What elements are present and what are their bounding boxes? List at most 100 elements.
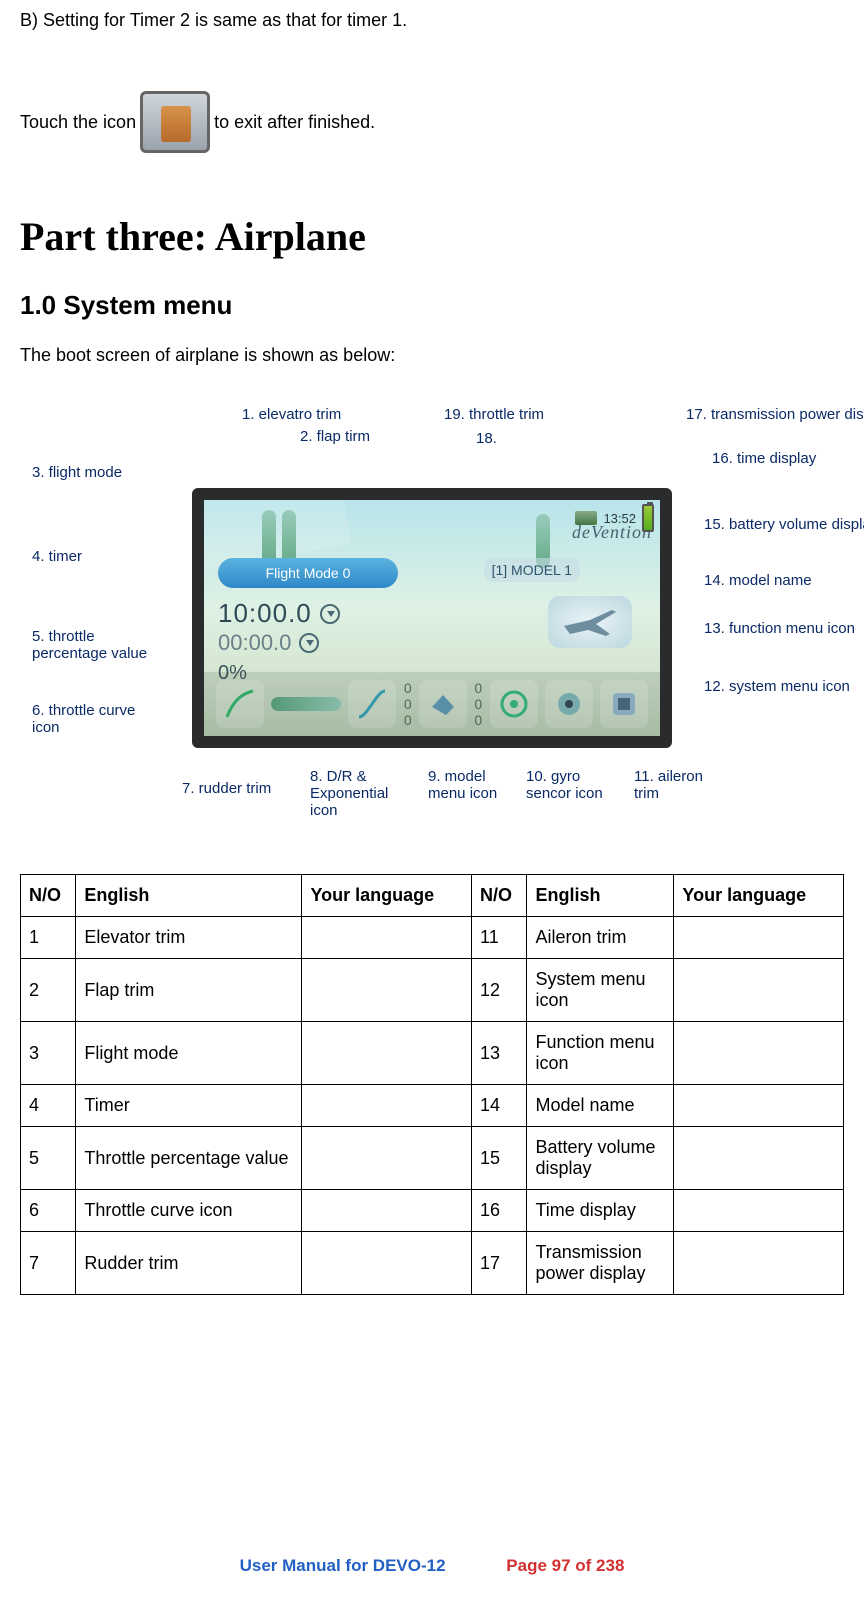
callout-10: 10. gyro sencor icon bbox=[526, 768, 616, 802]
airplane-icon bbox=[548, 596, 632, 648]
cell-no: 5 bbox=[21, 1127, 76, 1190]
callout-4: 4. timer bbox=[32, 548, 82, 565]
exit-icon bbox=[140, 91, 210, 153]
cell-yl bbox=[302, 1085, 472, 1127]
cell-yl bbox=[302, 1190, 472, 1232]
callout-17: 17. transmission power display bbox=[686, 406, 864, 423]
callout-9: 9. model menu icon bbox=[428, 768, 508, 802]
bottom-icon-bar: 000 000 bbox=[204, 672, 660, 736]
callout-11: 11. aileron trim bbox=[634, 768, 724, 802]
function-menu-icon bbox=[600, 680, 648, 728]
signal-icon bbox=[575, 511, 597, 525]
cell-en: Throttle curve icon bbox=[76, 1190, 302, 1232]
legend-table: N/O English Your language N/O English Yo… bbox=[20, 874, 844, 1295]
cell-no: 15 bbox=[472, 1127, 527, 1190]
elevator-trim-icon bbox=[262, 510, 276, 564]
rudder-trim-icon bbox=[271, 697, 341, 711]
trim-col-2: 000 bbox=[474, 680, 482, 728]
cell-no: 11 bbox=[472, 917, 527, 959]
dr-expo-icon bbox=[348, 680, 396, 728]
cell-no: 17 bbox=[472, 1232, 527, 1295]
cell-yl bbox=[674, 1085, 844, 1127]
cell-no: 7 bbox=[21, 1232, 76, 1295]
callout-12: 12. system menu icon bbox=[704, 678, 850, 695]
table-row: 1Elevator trim11Aileron trim bbox=[21, 917, 844, 959]
cell-en: Function menu icon bbox=[527, 1022, 674, 1085]
table-row: 6Throttle curve icon 16Time display bbox=[21, 1190, 844, 1232]
th-en-1: English bbox=[76, 875, 302, 917]
boot-screen-diagram: 1. elevatro trim 2. flap tirm 19. thrott… bbox=[20, 406, 844, 836]
cell-en: Throttle percentage value bbox=[76, 1127, 302, 1190]
cell-no: 14 bbox=[472, 1085, 527, 1127]
cell-en: Model name bbox=[527, 1085, 674, 1127]
cell-yl bbox=[674, 917, 844, 959]
cell-yl bbox=[302, 1022, 472, 1085]
footer-page: Page 97 of 238 bbox=[506, 1556, 624, 1575]
cell-yl bbox=[302, 1127, 472, 1190]
cell-no: 1 bbox=[21, 917, 76, 959]
table-row: 2Flap trim 12System menu icon bbox=[21, 959, 844, 1022]
callout-8: 8. D/R & Exponential icon bbox=[310, 768, 410, 819]
part-title: Part three: Airplane bbox=[20, 213, 844, 260]
cell-no: 2 bbox=[21, 959, 76, 1022]
callout-14: 14. model name bbox=[704, 572, 812, 589]
cell-yl bbox=[302, 1232, 472, 1295]
th-no-2: N/O bbox=[472, 875, 527, 917]
cell-en: Flight mode bbox=[76, 1022, 302, 1085]
cell-no: 6 bbox=[21, 1190, 76, 1232]
cell-no: 12 bbox=[472, 959, 527, 1022]
table-row: 7Rudder trim 17Transmission power display bbox=[21, 1232, 844, 1295]
callout-16: 16. time display bbox=[712, 450, 816, 467]
callout-15: 15. battery volume display bbox=[704, 516, 864, 533]
page-footer: User Manual for DEVO-12 Page 97 of 238 bbox=[0, 1556, 864, 1576]
transmitter-screen: deVention 13:52 Flight Mode 0 [1] MODEL … bbox=[192, 488, 672, 748]
cell-no: 4 bbox=[21, 1085, 76, 1127]
flap-trim-icon bbox=[282, 510, 296, 564]
cell-en: Flap trim bbox=[76, 959, 302, 1022]
time-display: 13:52 bbox=[603, 511, 636, 526]
cell-en: System menu icon bbox=[527, 959, 674, 1022]
battery-icon bbox=[642, 504, 654, 532]
section-heading: 1.0 System menu bbox=[20, 290, 844, 321]
left-trims bbox=[262, 510, 296, 564]
throttle-curve-icon bbox=[216, 680, 264, 728]
cell-en: Timer bbox=[76, 1085, 302, 1127]
th-en-2: English bbox=[527, 875, 674, 917]
callout-19: 19. throttle trim bbox=[444, 406, 544, 423]
cell-en: Aileron trim bbox=[527, 917, 674, 959]
timer2-note: B) Setting for Timer 2 is same as that f… bbox=[20, 10, 844, 31]
callout-7: 7. rudder trim bbox=[182, 780, 271, 797]
exit-instruction-post: to exit after finished. bbox=[214, 112, 375, 133]
cell-en: Rudder trim bbox=[76, 1232, 302, 1295]
callout-13: 13. function menu icon bbox=[704, 620, 855, 637]
callout-5: 5. throttle percentage value bbox=[32, 628, 162, 662]
table-header-row: N/O English Your language N/O English Yo… bbox=[21, 875, 844, 917]
cell-no: 16 bbox=[472, 1190, 527, 1232]
timer-1: 10:00.0 bbox=[218, 598, 340, 629]
boot-screen-text: The boot screen of airplane is shown as … bbox=[20, 345, 844, 366]
callout-6: 6. throttle curve icon bbox=[32, 702, 162, 736]
cell-en: Battery volume display bbox=[527, 1127, 674, 1190]
th-yl-2: Your language bbox=[674, 875, 844, 917]
cell-yl bbox=[302, 917, 472, 959]
cell-yl bbox=[674, 1190, 844, 1232]
callout-1: 1. elevatro trim bbox=[242, 406, 341, 423]
cell-yl bbox=[674, 1232, 844, 1295]
cell-no: 13 bbox=[472, 1022, 527, 1085]
cell-yl bbox=[674, 1022, 844, 1085]
timer-spin-icon bbox=[299, 633, 319, 653]
cell-en: Time display bbox=[527, 1190, 674, 1232]
cell-yl bbox=[674, 959, 844, 1022]
cell-yl bbox=[302, 959, 472, 1022]
flight-mode-pill: Flight Mode 0 bbox=[218, 558, 398, 588]
cell-en: Transmission power display bbox=[527, 1232, 674, 1295]
th-no-1: N/O bbox=[21, 875, 76, 917]
callout-2: 2. flap tirm bbox=[300, 428, 370, 445]
model-name-label: [1] MODEL 1 bbox=[484, 558, 580, 582]
system-menu-icon bbox=[545, 680, 593, 728]
table-row: 3Flight mode13Function menu icon bbox=[21, 1022, 844, 1085]
table-row: 4Timer 14Model name bbox=[21, 1085, 844, 1127]
model-menu-icon bbox=[419, 680, 467, 728]
footer-manual: User Manual for DEVO-12 bbox=[240, 1556, 446, 1575]
timer-2: 00:00.0 bbox=[218, 630, 319, 656]
